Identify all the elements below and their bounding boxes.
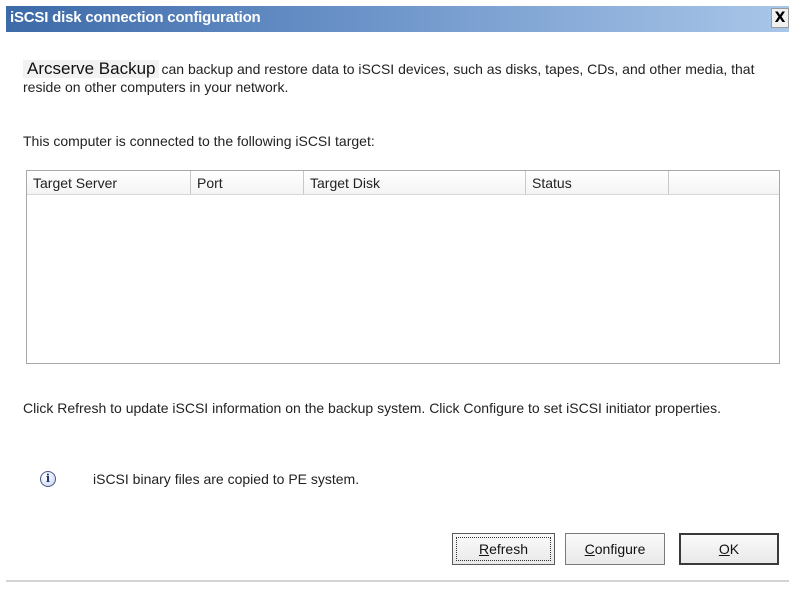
column-header-port[interactable]: Port (191, 171, 304, 195)
refresh-button-accel: R (478, 541, 490, 557)
ok-button[interactable]: OK (679, 533, 779, 565)
configure-button-label: onfigure (594, 541, 646, 557)
configure-button-accel: C (584, 541, 595, 557)
refresh-button-label: efresh (489, 541, 529, 557)
refresh-hint-text: Click Refresh to update iSCSI informatio… (23, 400, 721, 416)
table-header: Target Server Port Target Disk Status (27, 171, 779, 195)
ok-button-label: K (729, 541, 740, 557)
close-icon: X (774, 10, 786, 26)
window-title: iSCSI disk connection configuration (10, 9, 261, 26)
target-list-view[interactable]: Target Server Port Target Disk Status (26, 170, 780, 364)
iscsi-config-dialog: iSCSI disk connection configuration X Ar… (0, 0, 789, 590)
info-icon: i (40, 471, 56, 487)
column-header-target-disk[interactable]: Target Disk (304, 171, 526, 195)
column-header-status[interactable]: Status (526, 171, 669, 195)
refresh-button[interactable]: Refresh (452, 533, 555, 565)
title-bar[interactable]: iSCSI disk connection configuration X (6, 6, 789, 32)
info-message: i iSCSI binary files are copied to PE sy… (40, 468, 359, 490)
column-header-extra[interactable] (669, 171, 779, 195)
target-list-label: This computer is connected to the follow… (23, 133, 375, 149)
dialog-bottom-edge (6, 580, 789, 582)
info-text: iSCSI binary files are copied to PE syst… (93, 471, 360, 487)
product-name: Arcserve Backup (23, 60, 159, 78)
intro-text: Arcserve Backup can backup and restore da… (23, 60, 783, 96)
ok-button-accel: O (718, 541, 730, 557)
configure-button[interactable]: Configure (565, 533, 665, 565)
column-header-target-server[interactable]: Target Server (27, 171, 191, 195)
close-button[interactable]: X (771, 8, 789, 28)
